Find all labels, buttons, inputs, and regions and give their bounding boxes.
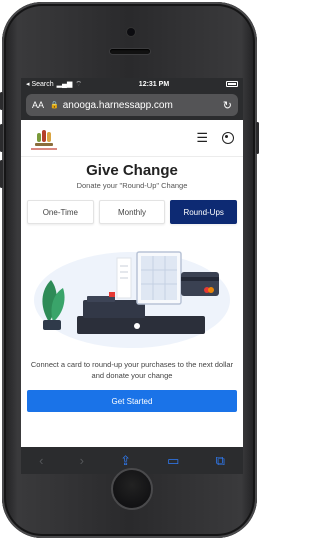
frequency-tabs: One-Time Monthly Round-Ups [21, 200, 243, 224]
front-camera [127, 28, 135, 36]
reload-icon[interactable]: ↻ [223, 99, 232, 112]
logo[interactable] [31, 126, 57, 150]
register-red-button [109, 292, 115, 297]
round-up-illustration [34, 251, 230, 348]
bookmarks-icon[interactable]: ▭ [167, 453, 179, 469]
card-logo-orange [208, 287, 214, 293]
home-button[interactable] [111, 468, 153, 510]
wifi-icon: ⌔ [75, 80, 82, 88]
logo-leaf [37, 133, 41, 142]
status-time: 12:31 PM [138, 80, 170, 88]
forward-icon[interactable]: › [80, 453, 84, 468]
page-title: Give Change [86, 162, 178, 179]
user-icon[interactable] [222, 132, 234, 144]
credit-card [181, 272, 219, 296]
share-icon[interactable]: ⇪ [120, 453, 131, 469]
lock-icon: 🔒 [50, 102, 59, 109]
tab-round-ups[interactable]: Round-Ups [170, 200, 238, 224]
battery-icon [225, 81, 238, 87]
url-text[interactable]: anooga.harnessapp.com [63, 100, 223, 111]
back-to-search[interactable]: ◂ Search [26, 80, 54, 88]
round-up-description: Connect a card to round-up your purchase… [30, 360, 234, 380]
back-icon[interactable]: ‹ [39, 453, 43, 468]
screen: ◂ Search ▂▄▆ ⌔ 12:31 PM AA 🔒 anooga.harn… [21, 78, 243, 474]
tab-monthly[interactable]: Monthly [98, 200, 166, 224]
monitor-screen [141, 256, 177, 300]
reader-settings-button[interactable]: AA [32, 100, 44, 110]
register-base [77, 316, 205, 334]
tab-one-time[interactable]: One-Time [27, 200, 94, 224]
status-left: ◂ Search ▂▄▆ ⌔ [26, 80, 82, 89]
earpiece-speaker [110, 49, 150, 54]
app-header: ☰ [21, 120, 243, 157]
signal-icon: ▂▄▆ [56, 81, 73, 88]
power-button [256, 122, 259, 154]
volume-down-button [0, 160, 3, 188]
menu-icon[interactable]: ☰ [196, 130, 208, 146]
logo-wordmark [31, 148, 57, 150]
address-bar: AA 🔒 anooga.harnessapp.com ↻ [21, 90, 243, 120]
phone-frame: ◂ Search ▂▄▆ ⌔ 12:31 PM AA 🔒 anooga.harn… [0, 2, 259, 538]
logo-base [35, 143, 53, 146]
tabs-icon[interactable]: ⧉ [216, 453, 225, 469]
plant-pot [43, 320, 61, 330]
url-field[interactable]: AA 🔒 anooga.harnessapp.com ↻ [26, 94, 238, 116]
mute-switch [0, 92, 3, 110]
get-started-button[interactable]: Get Started [27, 390, 237, 412]
logo-leaf [42, 130, 46, 142]
status-bar: ◂ Search ▂▄▆ ⌔ 12:31 PM [21, 78, 243, 90]
register-drawer [83, 300, 145, 318]
page-subtitle: Donate your "Round-Up" Change [76, 181, 188, 190]
header-icons: ☰ [196, 130, 234, 146]
card-stripe [181, 277, 219, 281]
coin [134, 323, 140, 329]
logo-leaf [47, 132, 51, 142]
volume-up-button [0, 124, 3, 152]
